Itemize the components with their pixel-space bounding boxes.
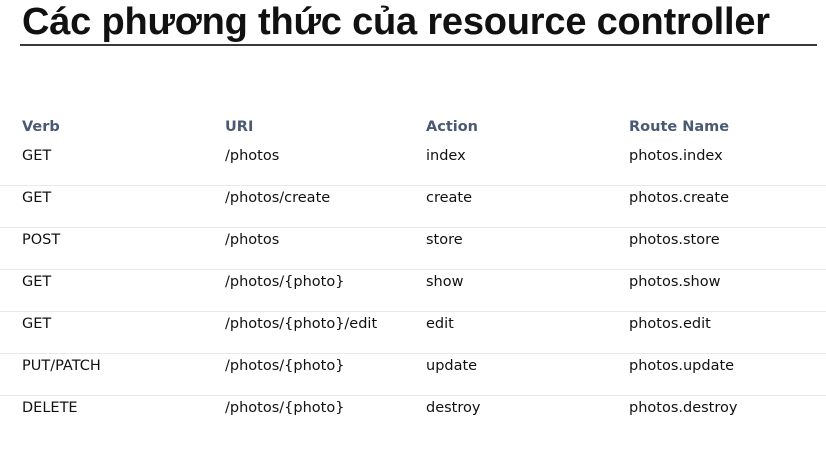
cell-action: create [426,190,473,206]
cell-action: store [426,232,463,248]
table-row: GET /photos/create create photos.create [0,186,826,228]
cell-route-name: photos.edit [629,316,711,332]
table-row: DELETE /photos/{photo} destroy photos.de… [0,396,826,437]
cell-verb: GET [22,190,52,206]
cell-uri: /photos [225,232,280,248]
cell-route-name: photos.store [629,232,720,248]
table-row: GET /photos/{photo}/edit edit photos.edi… [0,312,826,354]
table-row: PUT/PATCH /photos/{photo} update photos.… [0,354,826,396]
cell-verb: DELETE [22,400,78,416]
cell-verb: GET [22,148,52,164]
cell-route-name: photos.update [629,358,735,374]
column-header-route-name: Route Name [629,119,730,135]
cell-uri: /photos [225,148,280,164]
page-title: Các phương thức của resource controller [22,1,770,43]
cell-verb: GET [22,274,52,290]
table-header-row: Verb URI Action Route Name [0,110,826,144]
cell-verb: POST [22,232,61,248]
cell-action: index [426,148,466,164]
cell-action: destroy [426,400,481,416]
cell-uri: /photos/{photo} [225,274,345,290]
cell-route-name: photos.destroy [629,400,738,416]
cell-route-name: photos.create [629,190,730,206]
slide: Các phương thức của resource controller … [0,0,826,452]
cell-action: show [426,274,464,290]
cell-route-name: photos.index [629,148,723,164]
cell-verb: GET [22,316,52,332]
cell-uri: /photos/{photo} [225,358,345,374]
column-header-verb: Verb [22,119,60,135]
cell-action: update [426,358,478,374]
cell-uri: /photos/{photo}/edit [225,316,378,332]
cell-uri: /photos/create [225,190,331,206]
cell-route-name: photos.show [629,274,721,290]
cell-uri: /photos/{photo} [225,400,345,416]
cell-verb: PUT/PATCH [22,358,101,374]
table-row: GET /photos index photos.index [0,144,826,186]
cell-action: edit [426,316,454,332]
column-header-action: Action [426,119,479,135]
table-row: GET /photos/{photo} show photos.show [0,270,826,312]
resource-routes-table: Verb URI Action Route Name GET /photos i… [0,110,826,437]
title-underline [20,44,817,46]
table-row: POST /photos store photos.store [0,228,826,270]
column-header-uri: URI [225,119,254,135]
